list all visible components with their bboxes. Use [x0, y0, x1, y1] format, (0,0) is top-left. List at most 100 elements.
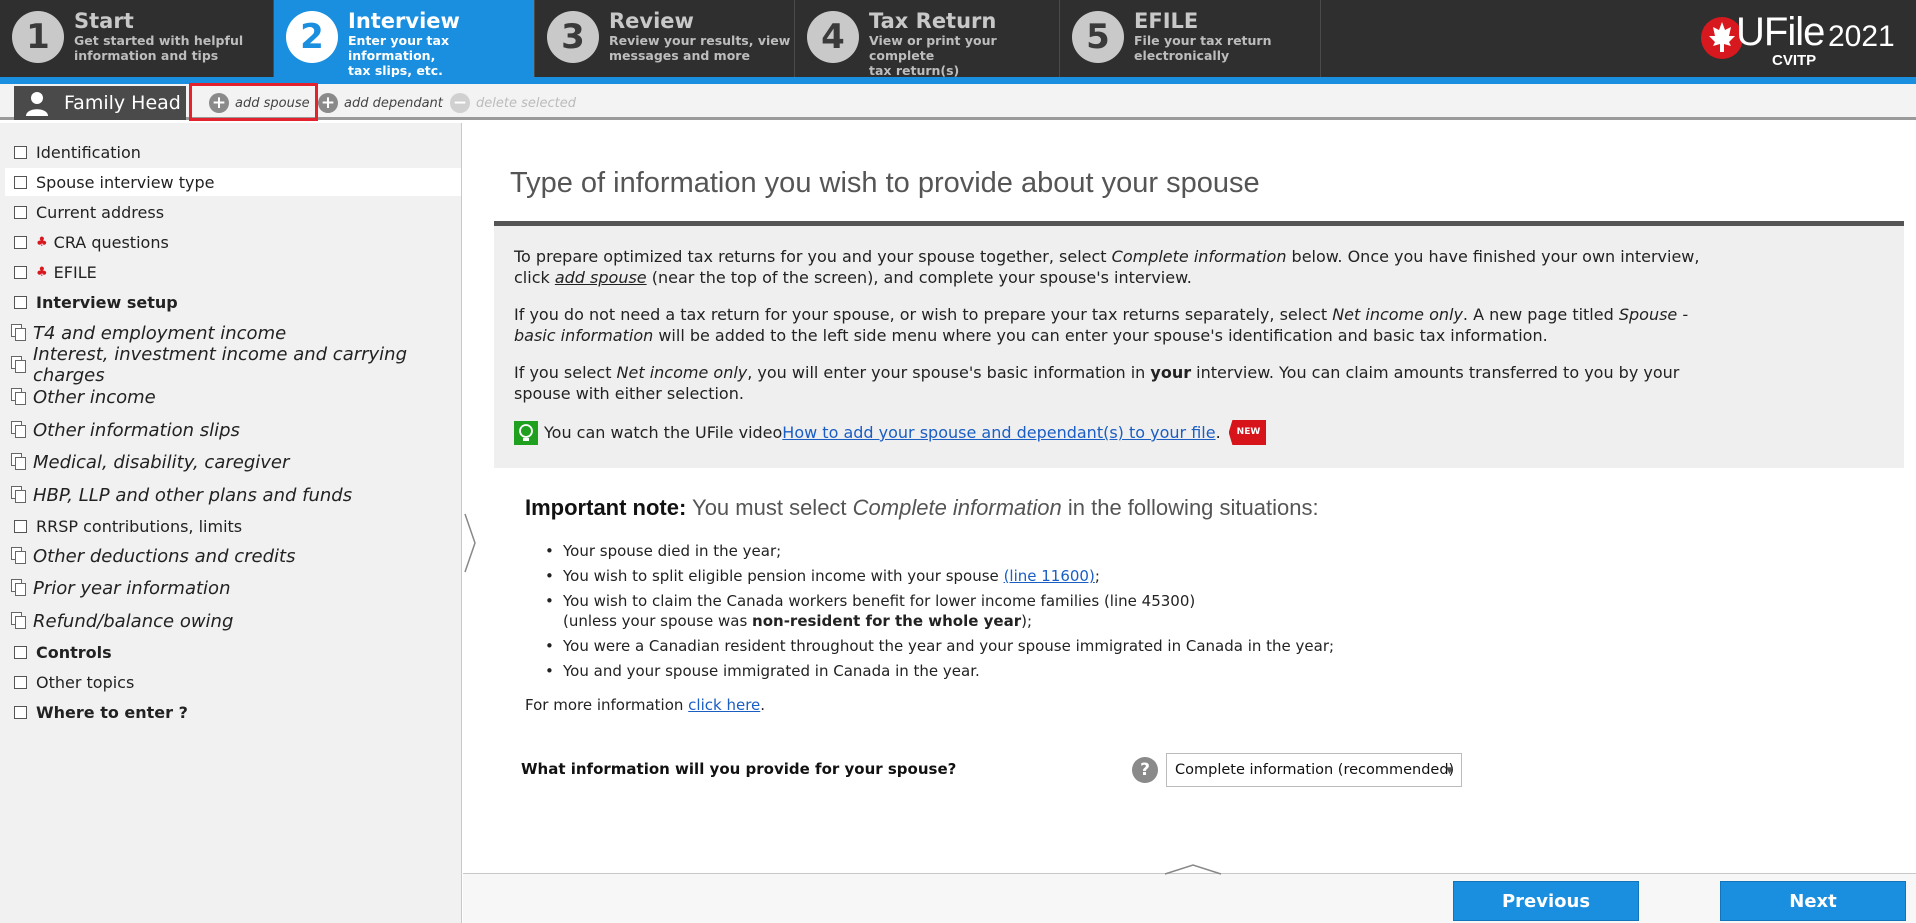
sidebar-item-medical-disability[interactable]: Medical, disability, caregiver — [5, 446, 461, 478]
checkbox[interactable] — [14, 205, 27, 219]
step-number: 2 — [286, 11, 338, 63]
new-badge: NEW — [1228, 420, 1267, 445]
checkbox[interactable] — [14, 175, 27, 189]
sidebar-item-prior-year[interactable]: Prior year information — [5, 572, 461, 604]
delete-selected-button[interactable]: − delete selected — [450, 93, 576, 113]
step-subtitle: Get started with helpful — [74, 33, 244, 48]
sidebar-item-label: Prior year information — [33, 577, 231, 599]
pages-icon — [11, 547, 27, 565]
info-paragraph: If you select Net income only, you will … — [514, 363, 1680, 403]
sidebar-item-label: EFILE — [53, 262, 97, 282]
pages-icon — [11, 356, 27, 374]
sidebar-item-cra-questions[interactable]: ♣ CRA questions — [5, 228, 461, 256]
step-subtitle: Enter your tax information, — [348, 33, 450, 63]
previous-button[interactable]: Previous — [1453, 881, 1639, 921]
step-interview[interactable]: 2 Interview Enter your tax information, … — [274, 0, 535, 78]
sidebar-item-label: RRSP contributions, limits — [36, 516, 243, 536]
step-number: 3 — [547, 11, 599, 63]
step-subtitle: tax slips, etc. — [348, 63, 443, 78]
sidebar-item-rrsp[interactable]: RRSP contributions, limits — [5, 512, 461, 540]
add-dependant-button[interactable]: + add dependant — [318, 93, 443, 113]
step-start[interactable]: 1 Start Get started with helpful informa… — [0, 0, 274, 77]
sidebar-item-controls[interactable]: Controls — [5, 638, 461, 666]
chevron-up-icon[interactable] — [1163, 862, 1223, 876]
sidebar-item-other-income[interactable]: Other income — [5, 381, 461, 413]
checkbox[interactable] — [14, 645, 27, 659]
pages-icon — [11, 421, 27, 439]
lightbulb-icon — [514, 420, 538, 445]
sidebar-item-label: Current address — [36, 202, 165, 222]
checkbox[interactable] — [14, 265, 27, 279]
list-item: You wish to split eligible pension incom… — [545, 566, 1334, 586]
list-item: Your spouse died in the year; — [545, 541, 1334, 561]
list-item: You and your spouse immigrated in Canada… — [545, 661, 1334, 681]
dropdown-arrow-icon: ▼ — [1446, 766, 1453, 776]
brand-edition: CVITP — [1772, 52, 1817, 69]
sidebar-item-label: Spouse interview type — [36, 172, 215, 192]
pages-icon — [11, 453, 27, 471]
sidebar-item-label: Other deductions and credits — [33, 545, 296, 567]
checkbox[interactable] — [14, 295, 27, 309]
list-item: You wish to claim the Canada workers ben… — [545, 591, 1334, 631]
click-here-link[interactable]: click here — [688, 696, 760, 714]
step-efile[interactable]: 5 EFILE File your tax return electronica… — [1060, 0, 1321, 77]
step-tax-return[interactable]: 4 Tax Return View or print your complete… — [795, 0, 1060, 78]
family-head-tab[interactable]: Family Head — [14, 86, 186, 120]
step-title: Interview — [348, 9, 460, 33]
step-title: Tax Return — [869, 9, 997, 33]
checkbox[interactable] — [14, 145, 27, 159]
video-link[interactable]: How to add your spouse and dependant(s) … — [782, 422, 1215, 443]
add-spouse-highlight — [189, 83, 318, 121]
step-review[interactable]: 3 Review Review your results, view messa… — [535, 0, 795, 77]
sidebar-item-spouse-interview-type[interactable]: Spouse interview type — [5, 168, 461, 196]
add-dependant-label: add dependant — [344, 95, 443, 111]
sidebar-item-label: Refund/balance owing — [33, 610, 234, 632]
help-icon[interactable]: ? — [1132, 757, 1158, 783]
sidebar-item-where-to-enter[interactable]: Where to enter ? — [5, 698, 461, 726]
sidebar-item-interview-setup[interactable]: Interview setup — [5, 288, 461, 316]
checkbox[interactable] — [14, 235, 27, 249]
sidebar-item-label: Interest, investment income and carrying… — [33, 344, 408, 386]
info-paragraph: To prepare optimized tax returns for you… — [514, 247, 1700, 287]
top-step-bar: 1 Start Get started with helpful informa… — [0, 0, 1916, 84]
sidebar-item-identification[interactable]: Identification — [5, 138, 461, 166]
select-value: Complete information (recommended) — [1175, 762, 1455, 778]
step-subtitle: tax return(s) — [869, 63, 960, 78]
checkbox[interactable] — [14, 705, 27, 719]
sidebar-item-hbp-llp[interactable]: HBP, LLP and other plans and funds — [5, 479, 461, 511]
line-11600-link[interactable]: (line 11600) — [1004, 567, 1095, 585]
step-title: EFILE — [1134, 9, 1199, 33]
next-button[interactable]: Next — [1720, 881, 1906, 921]
sidebar-item-refund-balance[interactable]: Refund/balance owing — [5, 605, 461, 637]
maple-leaf-icon: ♣ — [36, 264, 48, 280]
sidebar-item-other-topics[interactable]: Other topics — [5, 668, 461, 696]
step-number: 5 — [1072, 11, 1124, 63]
pages-icon — [11, 388, 27, 406]
step-title: Review — [609, 9, 694, 33]
checkbox[interactable] — [14, 675, 27, 689]
page-title: Type of information you wish to provide … — [510, 167, 1260, 199]
important-note-list: Your spouse died in the year; You wish t… — [545, 541, 1334, 686]
main-content: Type of information you wish to provide … — [463, 123, 1916, 873]
pages-icon — [11, 612, 27, 630]
spouse-info-question: What information will you provide for yo… — [521, 760, 957, 778]
sidebar-item-other-deductions[interactable]: Other deductions and credits — [5, 540, 461, 572]
list-item: You were a Canadian resident throughout … — [545, 636, 1334, 656]
sidebar-item-label: Controls — [36, 642, 112, 662]
sidebar-item-interest-investment[interactable]: Interest, investment income and carrying… — [5, 344, 461, 386]
family-head-label: Family Head — [64, 92, 181, 114]
sidebar-item-other-information-slips[interactable]: Other information slips — [5, 414, 461, 446]
video-prefix: You can watch the UFile video — [544, 423, 783, 442]
info-paragraph: If you do not need a tax return for your… — [514, 305, 1689, 345]
sidebar-item-label: CRA questions — [53, 232, 169, 252]
sidebar-item-efile[interactable]: ♣ EFILE — [5, 258, 461, 286]
plus-icon: + — [318, 93, 338, 113]
delete-selected-label: delete selected — [476, 95, 576, 111]
sidebar-item-label: Other topics — [36, 672, 135, 692]
sidebar-item-current-address[interactable]: Current address — [5, 198, 461, 226]
checkbox[interactable] — [14, 519, 27, 533]
step-subtitle: electronically — [1134, 48, 1230, 63]
sidebar-item-label: Interview setup — [36, 292, 178, 312]
spouse-info-select[interactable]: Complete information (recommended) ▼ — [1166, 753, 1462, 787]
important-note-heading: Important note: You must select Complete… — [525, 495, 1319, 520]
